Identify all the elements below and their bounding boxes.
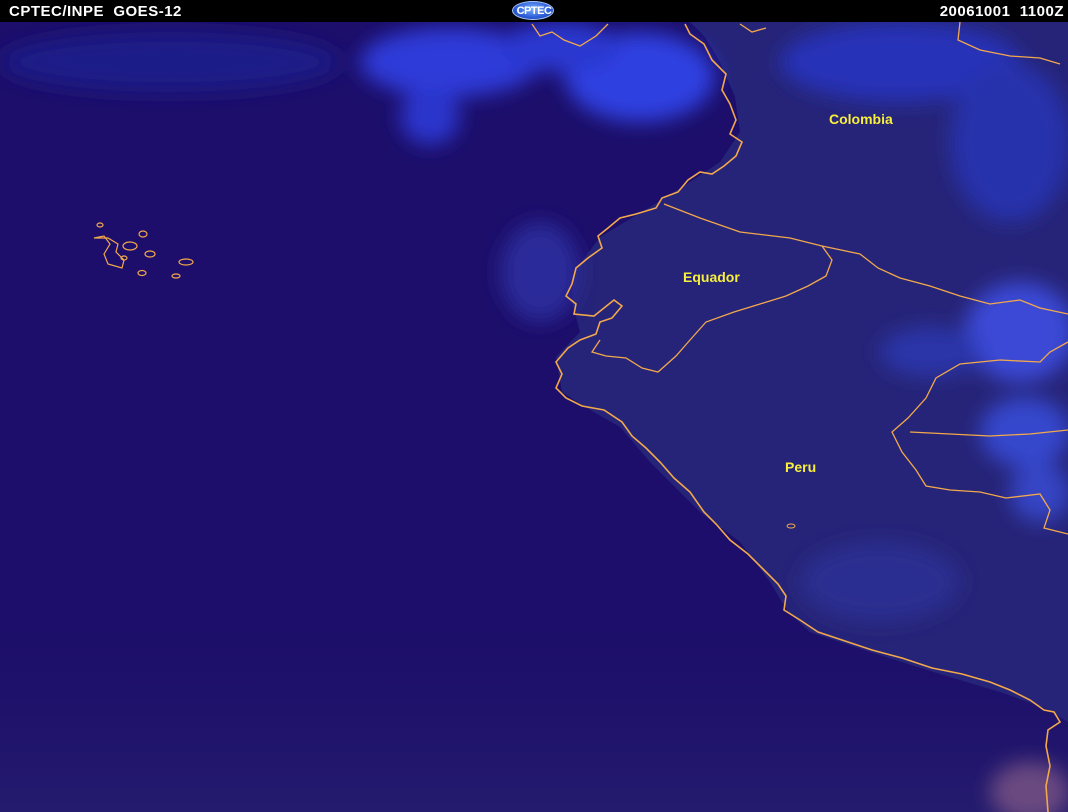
header-title-source: CPTEC/INPE GOES-12 (9, 3, 182, 20)
header-timestamp: 20061001 1100Z (939, 3, 1064, 20)
country-label-colombia: Colombia (829, 111, 893, 127)
satellite-map: Colombia Equador Peru (0, 22, 1068, 812)
country-label-peru: Peru (785, 459, 817, 475)
satellite-image-frame: CPTEC/INPE GOES-12 CPTEC 20061001 1100Z (0, 0, 1068, 812)
cptec-logo: CPTEC (512, 1, 554, 20)
header-bar: CPTEC/INPE GOES-12 CPTEC 20061001 1100Z (0, 0, 1068, 22)
cptec-logo-text: CPTEC (516, 5, 552, 17)
map-canvas (0, 22, 1068, 812)
country-label-equador: Equador (683, 269, 740, 285)
